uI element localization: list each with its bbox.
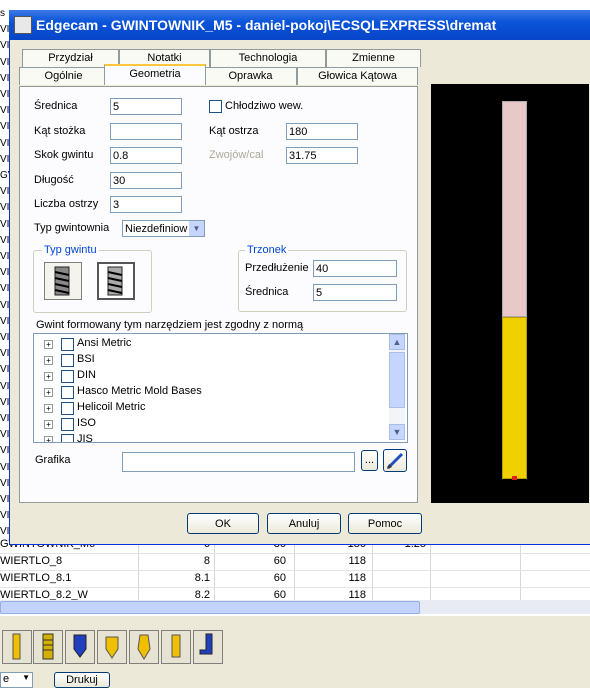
kat-ostrza-field[interactable]: 180 [286, 123, 358, 140]
edit-graphic-button[interactable] [383, 449, 407, 472]
kat-ostrza-label: Kąt ostrza [209, 125, 259, 137]
horizontal-scroll-thumb[interactable] [0, 601, 420, 614]
tool-flute-graphic [502, 317, 527, 479]
expand-icon[interactable]: + [44, 388, 53, 397]
chevron-down-icon[interactable]: ▼ [189, 221, 204, 236]
tap-cut-icon [54, 266, 70, 296]
norm-label-item: Helicoil Metric [77, 401, 146, 413]
window-title: Edgecam - GWINTOWNIK_M5 - daniel-pokoj\E… [36, 17, 497, 33]
norm-label-item: DIN [77, 369, 96, 381]
typ-gwintownia-select[interactable]: Niezdefiniow ▼ [122, 220, 205, 237]
table-cell: 118 [348, 572, 366, 584]
tab-oprawka[interactable]: Oprawka [204, 67, 297, 85]
tab-zmienne[interactable]: Zmienne [326, 49, 421, 67]
zwojow-label: Zwojów/cal [209, 149, 264, 161]
norm-label-item: Ansi Metric [77, 337, 132, 349]
typ-gwintownia-value: Niezdefiniow [125, 223, 188, 235]
tool-button-7[interactable] [193, 630, 223, 664]
table-cell: 60 [273, 555, 286, 567]
norm-checkbox[interactable] [61, 370, 74, 383]
expand-icon[interactable]: + [44, 404, 53, 413]
dlugosc-field[interactable]: 30 [110, 172, 182, 189]
expand-icon[interactable]: + [44, 340, 53, 349]
norm-checkbox[interactable] [61, 386, 74, 399]
grafika-field[interactable] [122, 452, 355, 472]
tool-button-3[interactable] [65, 630, 95, 664]
trzonek-srednica-label: Średnica [245, 286, 289, 298]
tool-button-1[interactable] [2, 630, 32, 664]
tool-button-tap[interactable] [33, 630, 63, 664]
norm-checkbox[interactable] [61, 402, 74, 415]
norm-tree: + Ansi Metric + BSI + DIN + Hasco Metric Mol… [33, 333, 408, 443]
liczba-ostrzy-field[interactable]: 3 [110, 196, 182, 213]
typ-gwintownia-label: Typ gwintownia [34, 222, 110, 234]
kat-stozka-label: Kąt stożka [34, 125, 86, 137]
table-row[interactable]: WIERTLO_8 8 60 118 [0, 553, 590, 571]
tab-ogolnie[interactable]: Ogólnie [19, 67, 108, 85]
norm-label-item: JIS [77, 433, 93, 443]
help-button[interactable]: Pomoc [348, 513, 422, 534]
skok-gwintu-field[interactable]: 0.8 [110, 147, 182, 164]
table-cell: 60 [273, 572, 286, 584]
srednica-label: Średnica [34, 100, 78, 112]
expand-icon[interactable]: + [44, 420, 53, 429]
pencil-icon [386, 452, 404, 470]
bottom-combo-value: e [3, 673, 10, 685]
przedluzenie-label: Przedłużenie [245, 262, 309, 274]
norm-checkbox[interactable] [61, 354, 74, 367]
trzonek-srednica-field[interactable]: 5 [313, 284, 397, 301]
norm-checkbox[interactable] [61, 338, 74, 351]
scroll-up-icon[interactable]: ▲ [389, 334, 405, 350]
expand-icon[interactable]: + [44, 372, 53, 381]
table-cell: WIERTLO_8.1 [0, 572, 72, 584]
tool-button-5[interactable] [129, 630, 159, 664]
scroll-down-icon[interactable]: ▼ [389, 424, 405, 440]
thread-type-cut-button[interactable] [44, 262, 82, 300]
przedluzenie-field[interactable]: 40 [313, 260, 397, 277]
norm-label-item: ISO [77, 417, 96, 429]
thread-type-form-button[interactable] [97, 262, 135, 300]
table-row[interactable]: WIERTLO_8.1 8.1 60 118 [0, 570, 590, 588]
grafika-label: Grafika [35, 454, 71, 466]
srednica-field[interactable]: 5 [110, 98, 182, 115]
cancel-button[interactable]: Anuluj [267, 513, 341, 534]
chlodziwo-label: Chłodziwo wew. [225, 100, 304, 112]
kat-stozka-field[interactable] [110, 123, 182, 140]
tool-shank-graphic [502, 101, 527, 317]
tab-geometria[interactable]: Geometria [104, 64, 206, 85]
zwojow-field[interactable]: 31.75 [286, 147, 358, 164]
norm-checkbox[interactable] [61, 434, 74, 442]
expand-icon[interactable]: + [44, 436, 53, 442]
print-button[interactable]: Drukuj [54, 672, 110, 688]
chlodziwo-checkbox[interactable] [209, 100, 222, 113]
tab-technologia[interactable]: Technologia [210, 49, 326, 67]
tap-form-icon [107, 266, 123, 296]
skok-gwintu-label: Skok gwintu [34, 149, 94, 161]
ok-button[interactable]: OK [187, 513, 259, 534]
chevron-down-icon: ▼ [22, 673, 30, 682]
norm-label-item: BSI [77, 353, 95, 365]
liczba-ostrzy-label: Liczba ostrzy [34, 198, 99, 210]
table-cell: 118 [348, 555, 366, 567]
table-cell: WIERTLO_8 [0, 555, 63, 567]
bottom-combo[interactable]: e ▼ [0, 672, 33, 688]
norm-label: Gwint formowany tym narzędziem jest zgod… [36, 319, 304, 331]
norm-label-item: Hasco Metric Mold Bases [77, 385, 202, 397]
table-cell: 8.1 [194, 572, 210, 584]
trzonek-title: Trzonek [245, 244, 289, 256]
tool-button-6[interactable] [161, 630, 191, 664]
expand-icon[interactable]: + [44, 356, 53, 365]
norm-checkbox[interactable] [61, 418, 74, 431]
browse-button[interactable]: ... [361, 450, 378, 471]
app-icon [14, 16, 32, 34]
tool-tip-marker [512, 476, 517, 480]
tab-glowica-katowa[interactable]: Głowica Kątowa [297, 67, 418, 85]
background-list-item: s [0, 8, 5, 19]
tool-button-4[interactable] [97, 630, 127, 664]
norm-list-scroll-thumb[interactable] [389, 352, 405, 408]
typ-gwintu-title: Typ gwintu [42, 244, 99, 256]
table-cell: 8 [203, 555, 210, 567]
dlugosc-label: Długość [34, 174, 74, 186]
